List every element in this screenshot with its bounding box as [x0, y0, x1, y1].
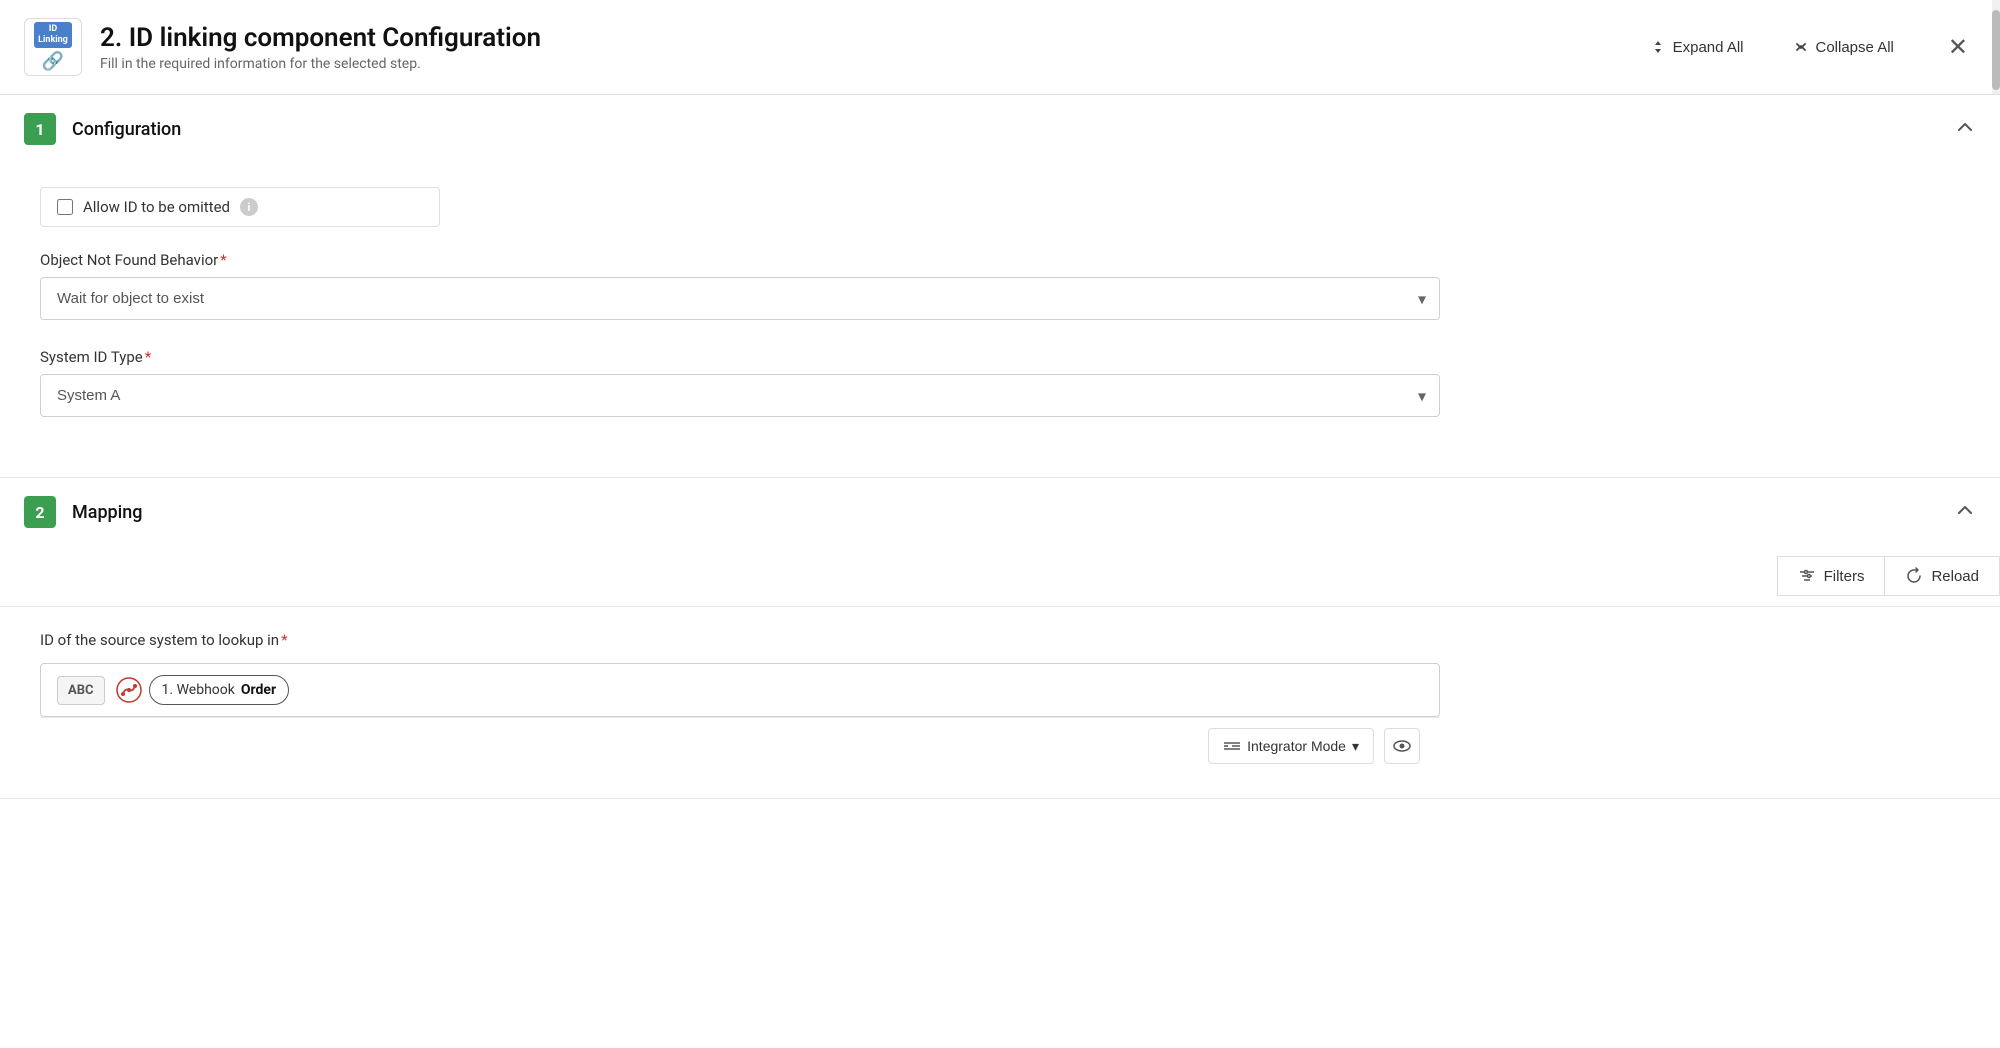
- system-id-type-select[interactable]: System A System B: [40, 374, 1440, 417]
- page-subtitle: Fill in the required information for the…: [100, 56, 1639, 72]
- source-lookup-required-star: *: [281, 631, 287, 649]
- section-1-title: Configuration: [72, 119, 1954, 140]
- scrollbar-thumb: [1992, 10, 2000, 90]
- token-abc-badge: ABC: [57, 676, 105, 705]
- system-id-type-required-star: *: [145, 348, 151, 366]
- chip-value: Order: [241, 682, 276, 698]
- allow-id-omit-row: Allow ID to be omitted i: [40, 187, 440, 227]
- logo: ID Linking 🔗: [24, 18, 82, 76]
- section-1-badge: 1: [24, 113, 56, 145]
- mapping-section-header[interactable]: 2 Mapping: [0, 478, 2000, 546]
- eye-icon: [1392, 736, 1412, 756]
- section-2-title: Mapping: [72, 502, 1954, 523]
- section-1-collapse-icon: [1954, 116, 1976, 143]
- allow-id-omit-label: Allow ID to be omitted: [83, 198, 230, 216]
- expand-all-button[interactable]: Expand All: [1639, 32, 1754, 62]
- filters-button[interactable]: Filters: [1777, 556, 1885, 596]
- source-lookup-token-row[interactable]: ABC 1. Webhook Order: [40, 663, 1440, 717]
- mapping-body: ID of the source system to lookup in* AB…: [0, 607, 2000, 798]
- object-not-found-label: Object Not Found Behavior*: [40, 251, 1960, 269]
- logo-icon: 🔗: [42, 51, 64, 72]
- system-id-type-field: System ID Type* System A System B ▾: [40, 348, 1960, 417]
- filters-icon: [1798, 567, 1816, 585]
- mapping-toolbar: Filters Reload: [0, 546, 2000, 607]
- configuration-section-body: Allow ID to be omitted i Object Not Foun…: [0, 163, 2000, 477]
- section-2-badge: 2: [24, 496, 56, 528]
- reload-button[interactable]: Reload: [1884, 556, 2000, 596]
- allow-id-omit-checkbox[interactable]: [57, 199, 73, 215]
- object-not-found-select[interactable]: Wait for object to exist Fail Ignore: [40, 277, 1440, 320]
- integrator-toolbar: Integrator Mode ▾: [40, 717, 1440, 774]
- section-2-collapse-icon: [1954, 499, 1976, 526]
- close-button[interactable]: ✕: [1940, 29, 1976, 66]
- integrator-mode-button[interactable]: Integrator Mode ▾: [1208, 728, 1374, 764]
- page-header: ID Linking 🔗 2. ID linking component Con…: [0, 0, 2000, 95]
- expand-all-icon: [1649, 38, 1667, 56]
- system-id-type-label: System ID Type*: [40, 348, 1960, 366]
- collapse-all-button[interactable]: Collapse All: [1782, 32, 1904, 62]
- main-content: 1 Configuration Allow ID to be omitted i…: [0, 95, 2000, 839]
- collapse-all-icon: [1792, 38, 1810, 56]
- integrator-mode-icon: [1223, 737, 1241, 755]
- header-titles: 2. ID linking component Configuration Fi…: [100, 23, 1639, 72]
- scrollbar-track: [1992, 0, 2000, 94]
- object-not-found-required-star: *: [220, 251, 226, 269]
- object-not-found-field: Object Not Found Behavior* Wait for obje…: [40, 251, 1960, 320]
- webhook-icon: [113, 674, 145, 706]
- logo-text: ID Linking: [34, 22, 72, 48]
- configuration-section-header[interactable]: 1 Configuration: [0, 95, 2000, 163]
- system-id-type-select-wrapper: System A System B ▾: [40, 374, 1440, 417]
- source-lookup-label: ID of the source system to lookup in*: [40, 631, 1960, 649]
- object-not-found-select-wrapper: Wait for object to exist Fail Ignore ▾: [40, 277, 1440, 320]
- configuration-section: 1 Configuration Allow ID to be omitted i…: [0, 95, 2000, 478]
- eye-button[interactable]: [1384, 728, 1420, 764]
- chip-prefix: 1. Webhook: [162, 682, 235, 698]
- page-title: 2. ID linking component Configuration: [100, 23, 1639, 53]
- allow-id-omit-info-icon[interactable]: i: [240, 198, 258, 216]
- integrator-mode-arrow: ▾: [1352, 738, 1359, 755]
- mapping-section: 2 Mapping Filters: [0, 478, 2000, 799]
- header-actions: Expand All Collapse All ✕: [1639, 29, 1976, 66]
- reload-icon: [1905, 567, 1923, 585]
- webhook-order-chip[interactable]: 1. Webhook Order: [149, 675, 290, 705]
